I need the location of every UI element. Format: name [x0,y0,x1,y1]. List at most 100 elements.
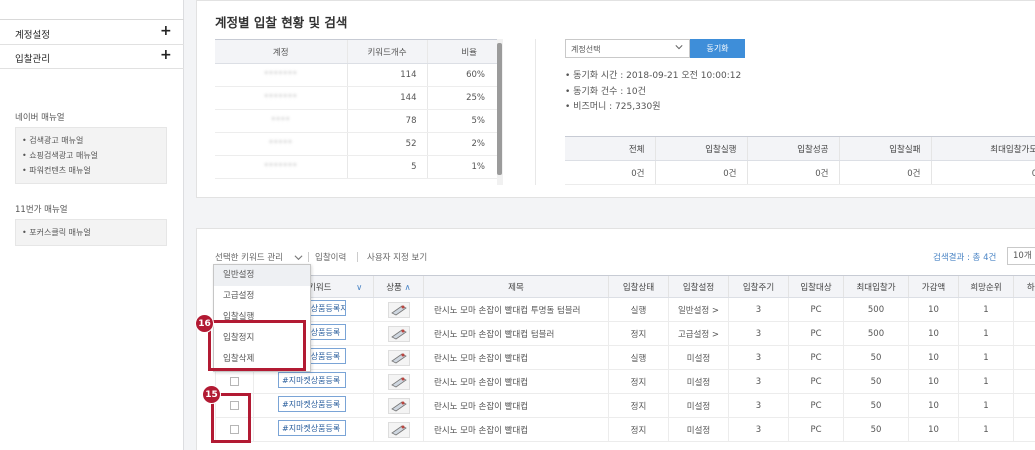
sync-button[interactable]: 동기화 [690,39,745,58]
keyword-manage-dropdown[interactable]: 선택한 키워드 관리 [215,251,283,263]
toolbar-divider [308,252,309,262]
delta: 10 [908,369,959,394]
product-cell[interactable] [373,417,424,442]
bid-setting[interactable]: 미설정 [668,393,729,418]
bid-target: PC [788,321,844,346]
bid-setting[interactable]: 미설정 [668,417,729,442]
max-bid: 50 [843,393,909,418]
ratio: 5% [426,109,501,133]
product-cell[interactable] [373,369,424,394]
chevron-down-icon[interactable]: ∨ [356,283,362,293]
table-row[interactable]: #지마켓상품등록지마…란시노 모마 손잡이 빨대컵 투명돌 텀블러실행일반설정 … [215,297,1035,322]
keyword-tag[interactable]: #지마켓상품등록 [278,396,346,412]
table-row[interactable]: #지마켓상품등록 란시노 모마 손잡이 빨대컵 정지 미설정 3 PC 50 10 1 [215,393,1035,418]
menu-item-basic-setting[interactable]: 일반설정 [214,265,310,286]
sidebar-item-bid-management[interactable]: 입찰관리 + [0,45,184,69]
max-bid: 50 [843,417,909,442]
lower-cell [1013,369,1035,394]
column-header-title: 제목 [423,275,609,298]
column-header-label: 상품 [386,282,402,293]
manual-link-focus-click[interactable]: • 포커스클릭 매뉴얼 [22,225,160,240]
table-row[interactable]: #지마켓상품등록 란시노 모마 손잡이 빨대컵 실행 미설정 3 PC 50 10 1 [215,345,1035,370]
lower-cell [1013,345,1035,370]
expand-plus-icon[interactable]: + [160,47,172,63]
column-header-target-rank: 희망순위 [958,275,1014,298]
sidebar: 계정설정 + 입찰관리 + 네이버 매뉴얼 • 검색광고 매뉴얼 • 쇼핑검색광… [0,0,184,450]
table-row[interactable]: ******* 5 1% [215,155,501,179]
custom-view-link[interactable]: 사용자 지정 보기 [367,251,427,263]
product-cell[interactable] [373,321,424,346]
lower-cell [1013,297,1035,322]
table-row[interactable]: ******* 114 60% [215,63,501,87]
page-title: 계정별 입찰 현황 및 검색 [215,15,348,30]
table-row[interactable]: #지마켓상품등록 란시노 모마 손잡이 빨대컵 텀블러 정지 고급설정 >3 PC 500… [215,321,1035,346]
bid-target: PC [788,369,844,394]
scrollbar-thumb[interactable] [497,43,502,175]
keyword-count: 52 [346,132,427,156]
keyword-cell: #지마켓상품등록 [253,393,374,418]
product-cell[interactable] [373,345,424,370]
delta: 10 [908,345,959,370]
keyword-tag[interactable]: #지마켓상품등록 [278,420,346,436]
column-header-max-bid-reached: 최대입찰가도달 [930,136,1035,161]
table-row[interactable]: #지마켓상품등록 란시노 모마 손잡이 빨대컵 정지 미설정 3 PC 50 10 1 [215,417,1035,442]
bid-target: PC [788,297,844,322]
row-checkbox[interactable] [230,376,239,386]
delta: 10 [908,297,959,322]
product-thumbnail-icon [387,373,410,390]
chevron-down-icon [675,45,683,50]
bid-cycle: 3 [728,297,789,322]
count-bid-fail: 0건 [838,160,931,185]
sidebar-top-divider [0,19,184,20]
keyword-table: 키워드 ∨ 상품 ∧ 제목 입찰상태 입찰설정 입찰주기 입찰대상 최대입찰가 … [215,275,1035,442]
column-header-product[interactable]: 상품 ∧ [373,275,424,298]
product-thumbnail-icon [387,349,410,366]
keyword-tag[interactable]: #지마켓상품등록 [278,372,346,388]
max-bid: 500 [843,321,909,346]
sidebar-divider [0,68,184,69]
table-row: 0건 0건 0건 0건 0건 [565,160,1035,185]
product-title: 란시노 모마 손잡이 빨대컵 [423,345,609,370]
manual-link-search-ad[interactable]: • 검색광고 매뉴얼 [22,133,160,148]
sidebar-item-account-settings[interactable]: 계정설정 + [0,21,184,45]
product-cell[interactable] [373,393,424,418]
bid-setting[interactable]: 미설정 [668,369,729,394]
chevron-down-icon[interactable] [294,253,303,262]
bid-setting[interactable]: 고급설정 > [668,321,729,346]
table-row[interactable]: #지마켓상품등록 란시노 모마 손잡이 빨대컵 정지 미설정 3 PC 50 10 1 [215,369,1035,394]
bid-setting[interactable]: 미설정 [668,345,729,370]
menu-item-advanced-setting[interactable]: 고급설정 [214,286,310,307]
table-row[interactable]: **** 78 5% [215,109,501,133]
bid-target: PC [788,417,844,442]
account-select[interactable]: 계정선택 [565,39,690,58]
page-size-select[interactable]: 10개 [1007,247,1035,265]
product-title: 란시노 모마 손잡이 빨대컵 텀블러 [423,321,609,346]
bid-target: PC [788,393,844,418]
keyword-count: 5 [346,155,427,179]
column-header-bid-cycle: 입찰주기 [728,275,789,298]
sort-up-icon[interactable]: ∧ [405,283,411,293]
bid-history-link[interactable]: 입찰이력 [315,251,346,263]
account-name-blurred: ******* [264,162,298,172]
table-row[interactable]: ***** 52 2% [215,132,501,156]
table-row[interactable]: ******* 144 25% [215,86,501,110]
bid-setting[interactable]: 일반설정 > [668,297,729,322]
lower-cell [1013,321,1035,346]
bid-cycle: 3 [728,393,789,418]
sync-count: • 동기화 건수 : 10건 [565,87,646,97]
delta: 10 [908,393,959,418]
expand-plus-icon[interactable]: + [160,23,172,39]
target-rank: 1 [958,321,1014,346]
bid-state: 정지 [608,393,669,418]
naver-manual-list: • 검색광고 매뉴얼 • 쇼핑검색광고 매뉴얼 • 파워컨텐츠 매뉴얼 [15,127,167,184]
target-rank: 1 [958,345,1014,370]
bid-cycle: 3 [728,369,789,394]
product-cell[interactable] [373,297,424,322]
lower-cell [1013,393,1035,418]
account-select-value: 계정선택 [571,45,601,54]
bid-cycle: 3 [728,417,789,442]
product-title: 란시노 모마 손잡이 빨대컵 투명돌 텀블러 [423,297,609,322]
manual-link-shopping-ad[interactable]: • 쇼핑검색광고 매뉴얼 [22,148,160,163]
manual-link-power-contents[interactable]: • 파워컨텐츠 매뉴얼 [22,163,160,178]
sidebar-item-label: 계정설정 [15,30,50,41]
